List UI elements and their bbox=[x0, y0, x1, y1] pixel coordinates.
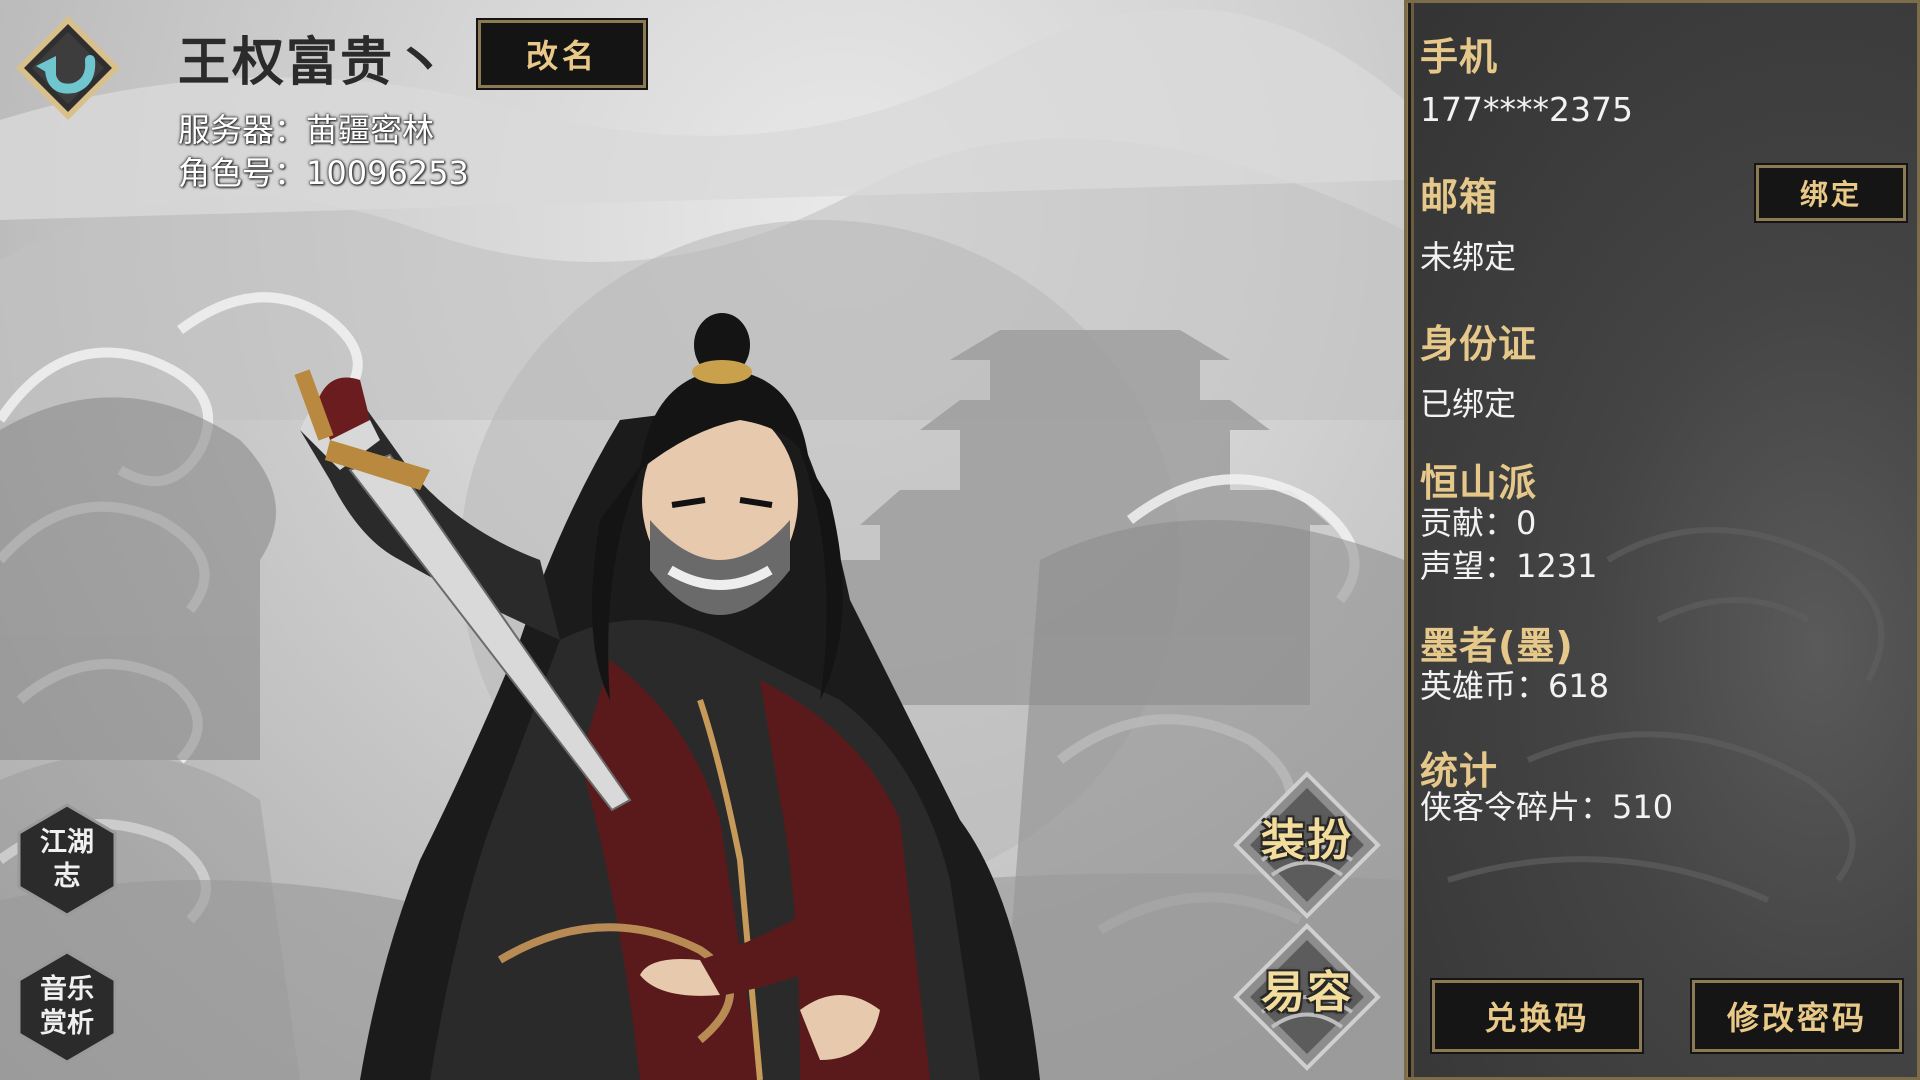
music-label-line2: 赏析 bbox=[40, 1008, 94, 1039]
phone-value: 177****2375 bbox=[1420, 90, 1633, 129]
back-arrow-icon bbox=[16, 16, 120, 120]
disguise-button[interactable]: 易容 bbox=[1232, 922, 1382, 1072]
redeem-code-button[interactable]: 兑换码 bbox=[1430, 978, 1644, 1054]
sect-fame: 声望：1231 bbox=[1420, 547, 1598, 585]
server-info: 服务器：苗疆密林 bbox=[178, 111, 435, 149]
id-card-value: 已绑定 bbox=[1420, 385, 1517, 423]
sect-contribution: 贡献：0 bbox=[1420, 504, 1537, 542]
music-appreciation-button[interactable]: 音乐 赏析 bbox=[16, 950, 118, 1064]
player-name: 王权富贵丶 bbox=[178, 33, 449, 93]
email-value: 未绑定 bbox=[1420, 238, 1517, 276]
hero-coins: 英雄币：618 bbox=[1420, 667, 1610, 705]
jianghu-journal-button[interactable]: 江湖 志 bbox=[16, 803, 118, 917]
jianghu-label-line2: 志 bbox=[53, 861, 81, 892]
id-card-title: 身份证 bbox=[1420, 322, 1538, 366]
dress-up-button[interactable]: 装扮 bbox=[1232, 770, 1382, 920]
dress-up-label: 装扮 bbox=[1261, 815, 1353, 866]
bind-email-button[interactable]: 绑定 bbox=[1754, 163, 1908, 223]
back-button[interactable] bbox=[12, 12, 124, 124]
email-title: 邮箱 bbox=[1420, 175, 1499, 219]
role-id-info: 角色号：10096253 bbox=[178, 154, 469, 192]
phone-title: 手机 bbox=[1420, 35, 1499, 79]
rename-button[interactable]: 改名 bbox=[476, 18, 648, 90]
token-shards: 侠客令碎片：510 bbox=[1420, 788, 1674, 826]
disguise-label: 易容 bbox=[1261, 967, 1353, 1018]
change-password-button[interactable]: 修改密码 bbox=[1690, 978, 1904, 1054]
hair-crown bbox=[692, 360, 752, 384]
jianghu-label-line1: 江湖 bbox=[40, 827, 94, 858]
music-label-line1: 音乐 bbox=[40, 974, 94, 1005]
